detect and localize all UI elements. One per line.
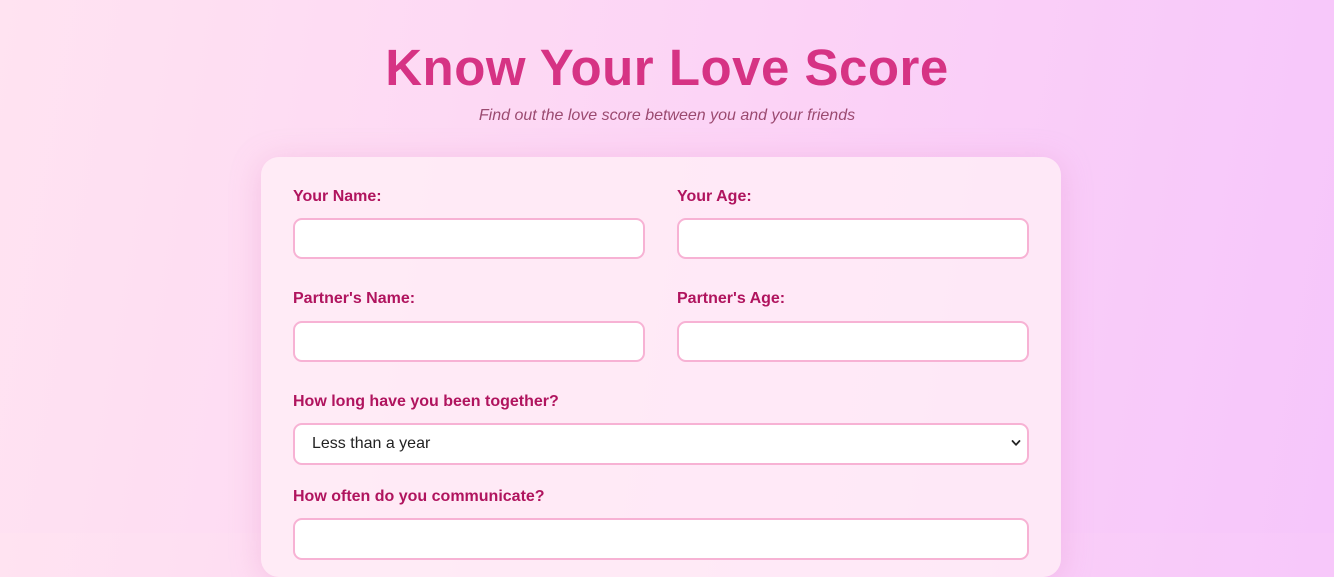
partner-name-input[interactable]	[293, 321, 645, 362]
chevron-down-icon	[1011, 440, 1021, 446]
your-name-label: Your Name:	[293, 188, 382, 205]
together-duration-label: How long have you been together?	[293, 393, 559, 410]
your-age-input[interactable]	[677, 218, 1029, 259]
partner-name-label: Partner's Name:	[293, 290, 416, 307]
page-subtitle: Find out the love score between you and …	[478, 107, 856, 124]
your-age-label: Your Age:	[677, 188, 752, 205]
love-form-card: Your Name: Your Age: Partner's Name: Par…	[261, 157, 1061, 577]
together-duration-select[interactable]: Less than a year	[293, 423, 1029, 465]
communication-frequency-label: How often do you communicate?	[293, 488, 545, 505]
communication-frequency-select[interactable]	[293, 518, 1029, 560]
your-name-input[interactable]	[293, 218, 645, 259]
together-duration-value: Less than a year	[312, 435, 431, 452]
page-title: Know Your Love Score	[385, 39, 949, 96]
partner-age-label: Partner's Age:	[677, 290, 786, 307]
partner-age-input[interactable]	[677, 321, 1029, 362]
